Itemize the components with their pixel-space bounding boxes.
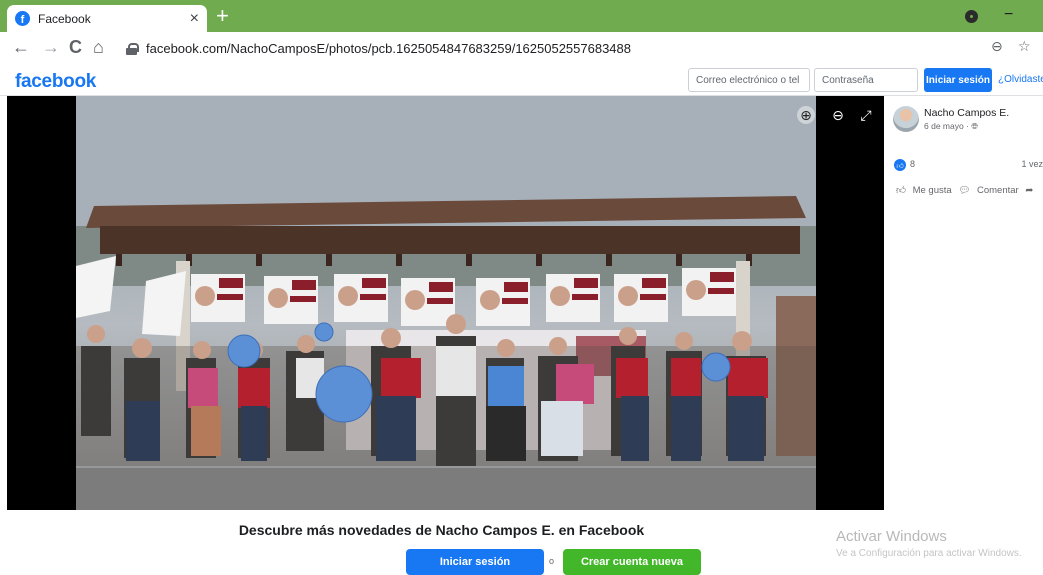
like-button[interactable]: Me gusta xyxy=(913,185,952,196)
banner-login-button[interactable]: Iniciar sesión xyxy=(406,549,544,575)
zoom-in-icon[interactable]: ⊕ xyxy=(797,106,815,124)
omnibox[interactable]: facebook.com/NachoCamposE/photos/pcb.162… xyxy=(118,36,1038,61)
flag-left xyxy=(76,256,116,318)
bookmark-star-icon[interactable]: ☆ xyxy=(1018,38,1031,55)
like-count[interactable]: 8 xyxy=(910,159,915,169)
post-date-text: 6 de mayo · xyxy=(924,121,972,131)
home-button[interactable]: ⌂ xyxy=(93,37,104,58)
or-separator: o xyxy=(549,556,555,566)
lock-icon xyxy=(126,42,139,55)
facebook-header: facebook Iniciar sesión ¿Olvidaste xyxy=(0,64,1043,96)
profile-icon[interactable] xyxy=(965,10,978,23)
header-login-button[interactable]: Iniciar sesión xyxy=(924,68,992,92)
photo-viewer: ⊕ ⊖ ⤢ xyxy=(7,96,884,510)
comment-button[interactable]: Comentar xyxy=(977,185,1019,196)
share-icon[interactable]: ➦ xyxy=(1025,185,1033,196)
forgot-password-link[interactable]: ¿Olvidaste xyxy=(998,74,1043,85)
create-account-button[interactable]: Crear cuenta nueva xyxy=(563,549,701,575)
share-count[interactable]: 1 vez xyxy=(1021,159,1043,169)
post-info-panel: Nacho Campos E. 6 de mayo · 🌐︎ 👍︎ 8 1 ve… xyxy=(884,96,1043,510)
post-date: 6 de mayo · 🌐︎ xyxy=(924,121,978,132)
browser-tab-bar: f Facebook × + − xyxy=(0,0,1043,32)
password-field[interactable] xyxy=(814,68,918,92)
zoom-icon[interactable]: ⊖ xyxy=(991,38,1003,55)
like-icon: 👍︎ xyxy=(896,185,906,196)
windows-activation-subtitle: Ve a Configuración para activar Windows. xyxy=(836,548,1022,559)
minimize-button[interactable]: − xyxy=(1004,6,1013,24)
plaza-ground xyxy=(76,468,816,510)
reload-button[interactable]: C xyxy=(69,37,82,58)
comment-icon: 💬︎ xyxy=(958,185,971,196)
tab-close-icon[interactable]: × xyxy=(190,10,199,28)
tab-title: Facebook xyxy=(38,11,91,26)
like-reaction-icon: 👍︎ xyxy=(894,159,906,171)
forward-button[interactable]: → xyxy=(42,37,60,58)
url-text: facebook.com/NachoCamposE/photos/pcb.162… xyxy=(146,41,631,56)
post-actions: 👍︎ Me gusta 💬︎ Comentar ➦ xyxy=(896,184,1037,196)
signup-prompt-text: Descubre más novedades de Nacho Campos E… xyxy=(238,522,645,538)
browser-tab[interactable]: f Facebook × xyxy=(7,5,207,32)
event-photo-illustration xyxy=(76,96,816,510)
kiosk-eave xyxy=(100,226,800,254)
fullscreen-icon[interactable]: ⤢ xyxy=(857,106,875,124)
back-button[interactable]: ← xyxy=(12,37,30,58)
new-tab-button[interactable]: + xyxy=(216,5,229,27)
zoom-out-icon[interactable]: ⊖ xyxy=(829,106,847,124)
post-author[interactable]: Nacho Campos E. xyxy=(924,107,1009,119)
facebook-logo[interactable]: facebook xyxy=(15,71,96,93)
morena-flag xyxy=(142,271,186,336)
event-photo xyxy=(76,96,816,510)
email-field[interactable] xyxy=(688,68,810,92)
address-bar-row: ← → C ⌂ facebook.com/NachoCamposE/photos… xyxy=(0,32,1043,64)
avatar[interactable] xyxy=(893,106,919,132)
facebook-favicon-icon: f xyxy=(15,11,30,26)
globe-icon: 🌐︎ xyxy=(971,121,979,131)
windows-activation-title: Activar Windows xyxy=(836,528,947,545)
